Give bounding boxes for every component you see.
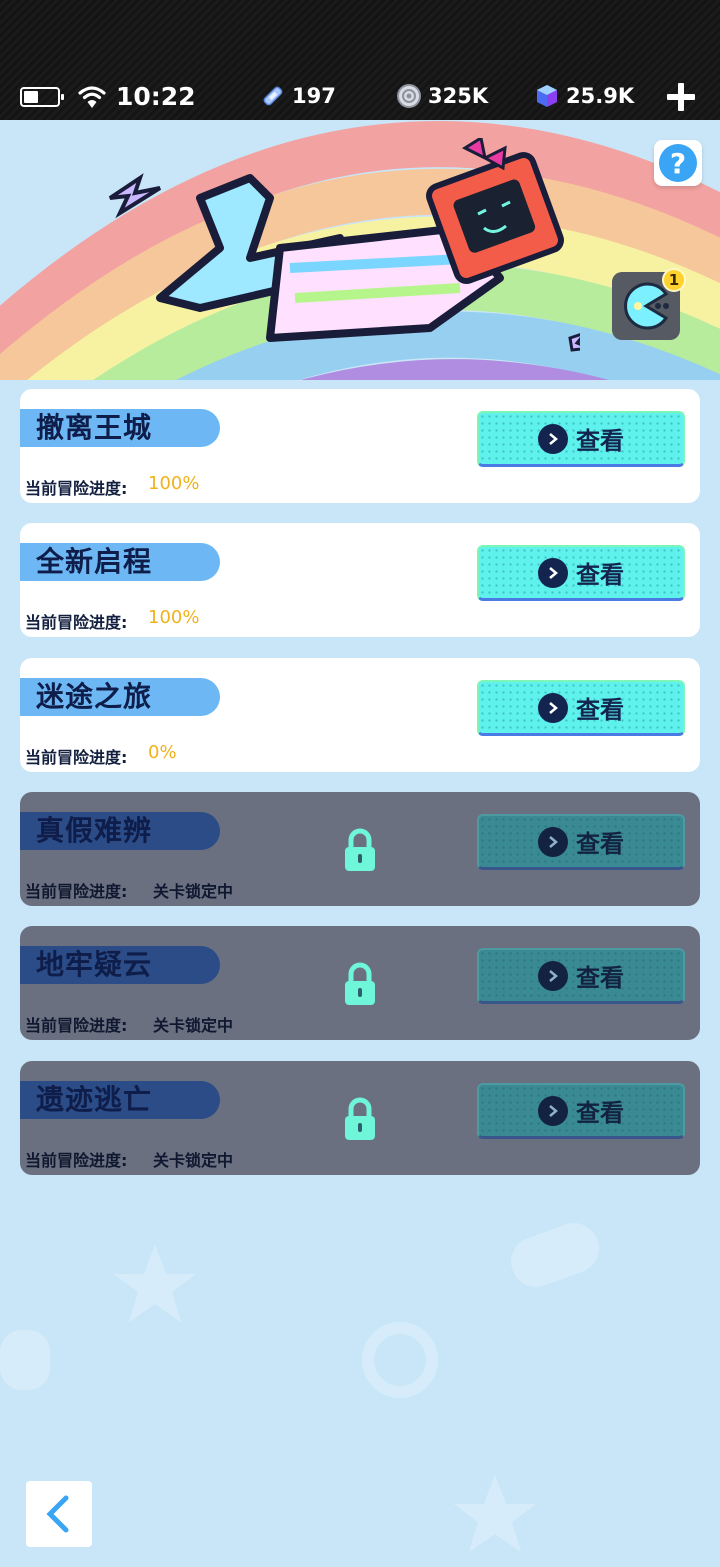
chapter-card-locked: 地牢疑云 当前冒险进度: 关卡锁定中 查看 xyxy=(20,926,700,1040)
chevron-right-icon xyxy=(538,826,568,857)
lock-icon xyxy=(345,1097,375,1140)
view-button-label: 查看 xyxy=(576,696,624,724)
plus-icon[interactable] xyxy=(664,80,698,114)
progress-label: 当前冒险进度: xyxy=(25,748,128,767)
progress-value: 关卡锁定中 xyxy=(153,1151,234,1170)
battery-icon xyxy=(20,87,64,107)
lock-icon xyxy=(345,962,375,1005)
chapter-name: 地牢疑云 xyxy=(36,948,153,981)
clock: 10:22 xyxy=(116,82,196,111)
chapter-name: 迷途之旅 xyxy=(36,680,153,713)
stamina-value: 197 xyxy=(292,84,336,108)
chapter-name: 撤离王城 xyxy=(36,411,153,444)
progress-label: 当前冒险进度: xyxy=(25,613,128,632)
chapter-name: 全新启程 xyxy=(36,545,153,578)
view-button[interactable]: 查看 xyxy=(477,814,685,870)
chapter-card: 迷途之旅 当前冒险进度: 0% 查看 xyxy=(20,658,700,772)
view-button-label: 查看 xyxy=(576,427,624,455)
star-decoration xyxy=(114,1245,196,1322)
chapter-name: 真假难辨 xyxy=(36,814,153,847)
help-icon: ? xyxy=(659,144,697,182)
progress-label: 当前冒险进度: xyxy=(25,882,128,901)
gem-icon xyxy=(537,85,557,107)
view-button[interactable]: 查看 xyxy=(477,545,685,601)
game-logo xyxy=(108,138,580,352)
lock-icon xyxy=(345,828,375,871)
chapter-card-locked: 真假难辨 当前冒险进度: 关卡锁定中 查看 xyxy=(20,792,700,906)
stamina-counter: 197 xyxy=(260,83,336,109)
ring-decoration xyxy=(362,1322,438,1398)
coin-counter: 325K xyxy=(396,83,488,109)
view-button-label: 查看 xyxy=(576,1099,624,1127)
star-decoration-2 xyxy=(454,1475,536,1552)
chapter-card: 撤离王城 当前冒险进度: 100% 查看 xyxy=(20,389,700,503)
view-button-label: 查看 xyxy=(576,561,624,589)
stamina-icon xyxy=(263,86,283,106)
chevron-right-icon xyxy=(538,557,568,588)
coin-value: 325K xyxy=(428,84,489,108)
progress-label: 当前冒险进度: xyxy=(25,479,128,498)
view-button-label: 查看 xyxy=(576,964,624,992)
progress-value: 100% xyxy=(148,607,200,628)
chevron-right-icon xyxy=(538,692,568,723)
progress-value: 关卡锁定中 xyxy=(153,1016,234,1035)
chapter-card-locked: 遗迹逃亡 当前冒险进度: 关卡锁定中 查看 xyxy=(20,1061,700,1175)
view-button[interactable]: 查看 xyxy=(477,411,685,467)
wifi-icon xyxy=(78,86,106,108)
view-button-label: 查看 xyxy=(576,830,624,858)
chevron-right-icon xyxy=(538,423,568,454)
help-button[interactable]: ? xyxy=(654,140,702,186)
chapter-card: 全新启程 当前冒险进度: 100% 查看 xyxy=(20,523,700,637)
progress-value: 关卡锁定中 xyxy=(153,882,234,901)
chapter-name: 遗迹逃亡 xyxy=(36,1083,153,1116)
progress-value: 0% xyxy=(148,742,177,763)
progress-value: 100% xyxy=(148,473,200,494)
view-button[interactable]: 查看 xyxy=(477,948,685,1004)
progress-label: 当前冒险进度: xyxy=(25,1016,128,1035)
gamepad-decoration xyxy=(511,1223,599,1287)
gem-value: 25.9K xyxy=(566,84,635,108)
gem-counter: 25.9K xyxy=(534,83,634,109)
view-button[interactable]: 查看 xyxy=(477,680,685,736)
chevron-left-icon xyxy=(46,1495,69,1533)
chevron-right-icon xyxy=(538,960,568,991)
progress-label: 当前冒险进度: xyxy=(25,1151,128,1170)
chevron-right-icon xyxy=(538,1095,568,1126)
coin-icon xyxy=(397,84,421,108)
back-button[interactable] xyxy=(26,1481,92,1547)
notification-badge: 1 xyxy=(662,268,686,292)
view-button[interactable]: 查看 xyxy=(477,1083,685,1139)
gamepad-decoration-2 xyxy=(0,1330,50,1390)
status-bar: 10:22 197 325K 25.9K xyxy=(0,78,720,116)
